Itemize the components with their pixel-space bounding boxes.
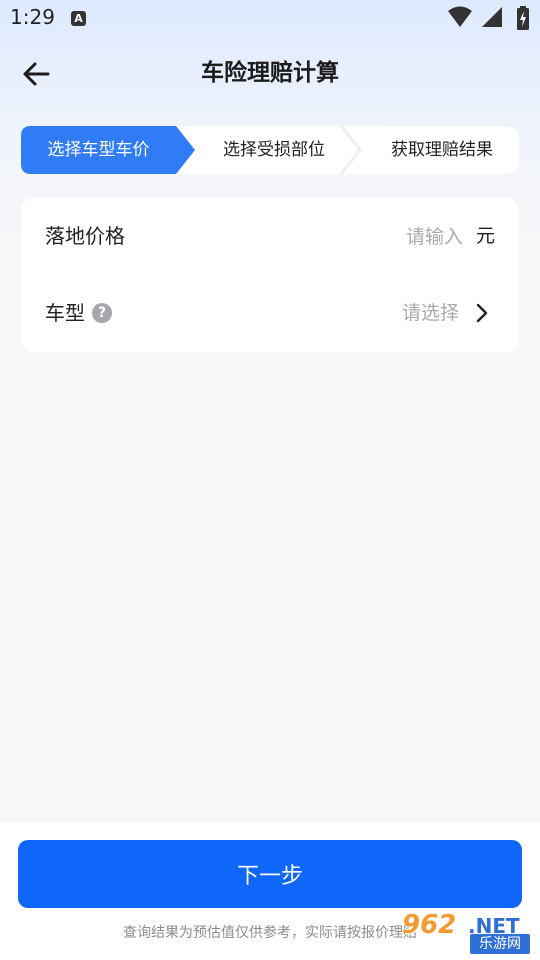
app-header: 车险理赔计算	[0, 46, 540, 100]
price-unit: 元	[475, 225, 495, 247]
notification-icon: A	[71, 11, 86, 26]
site-watermark-logo: 962 .NET 乐游网	[400, 910, 534, 956]
car-model-label: 车型	[45, 301, 85, 325]
app-screen: 1:29 A 车险理赔计算 选择车型车价 选择受损部位 获取理赔结果 落地价格 …	[0, 0, 540, 960]
chevron-right-icon[interactable]	[471, 302, 493, 324]
watermark-site: 乐游网	[470, 934, 530, 954]
status-time: 1:29	[10, 5, 55, 29]
page-title: 车险理赔计算	[201, 60, 339, 86]
step-select-damage: 选择受损部位	[223, 140, 325, 160]
car-model-select[interactable]: 请选择	[402, 275, 459, 352]
progress-stepper: 选择车型车价 选择受损部位 获取理赔结果	[21, 126, 519, 174]
wifi-icon	[448, 6, 472, 27]
battery-charging-icon	[517, 6, 529, 30]
car-model-row[interactable]: 车型 ? 请选择	[21, 275, 519, 352]
price-label: 落地价格	[45, 224, 125, 248]
price-row: 落地价格 元	[21, 198, 519, 275]
step-get-result: 获取理赔结果	[391, 140, 493, 160]
form-card: 落地价格 元 车型 ? 请选择	[21, 198, 519, 352]
price-input[interactable]	[323, 221, 463, 253]
next-step-button[interactable]: 下一步	[18, 840, 522, 908]
step-select-car: 选择车型车价	[47, 140, 150, 160]
signal-icon	[482, 7, 502, 27]
question-icon[interactable]: ?	[92, 303, 112, 323]
status-bar: 1:29 A	[0, 0, 540, 40]
watermark-number: 962	[402, 910, 457, 940]
